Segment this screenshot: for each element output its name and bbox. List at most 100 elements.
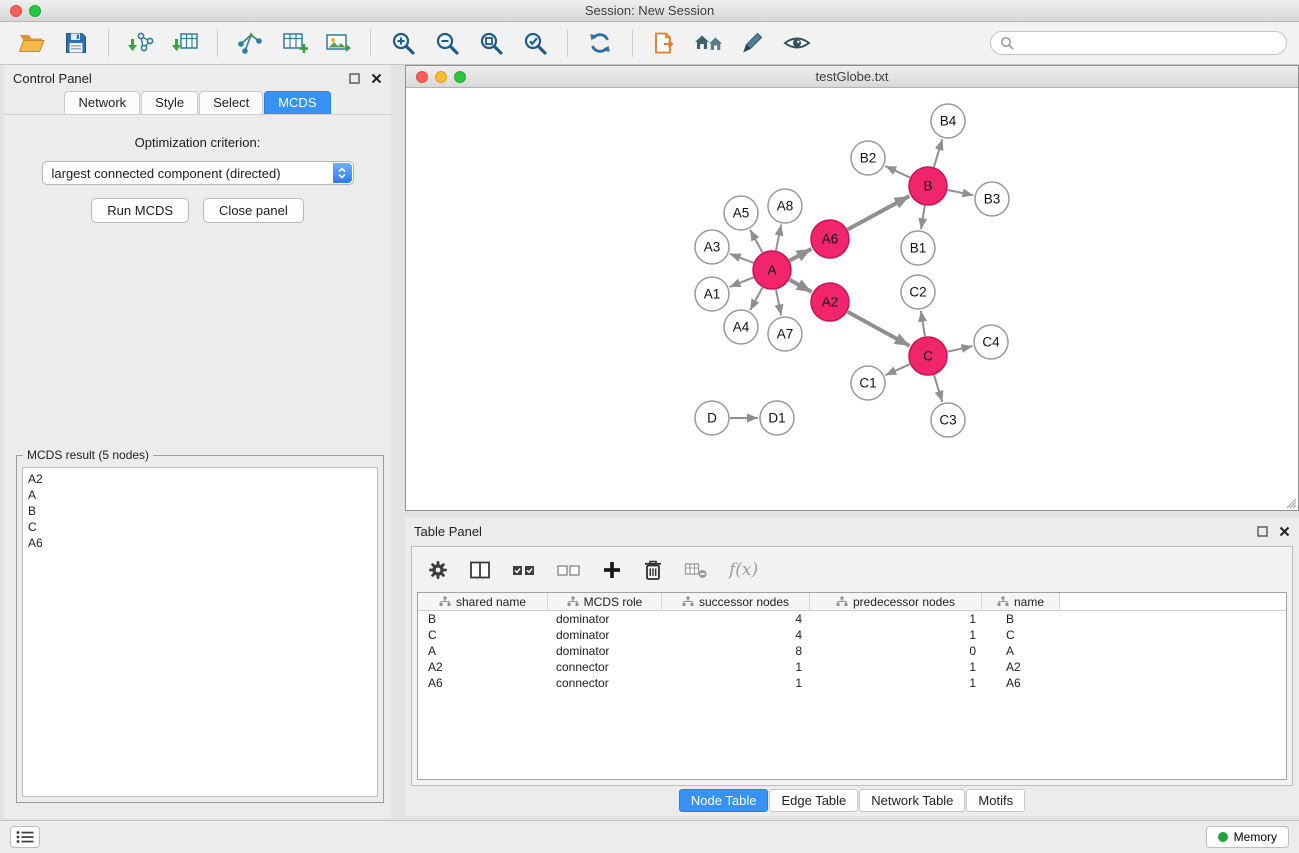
float-panel-icon[interactable] — [349, 73, 360, 84]
table-row[interactable]: A2connector11A2 — [418, 659, 1286, 675]
graph-node-A7[interactable]: A7 — [768, 317, 802, 351]
search-field[interactable] — [990, 31, 1287, 55]
deselect-all-button[interactable] — [557, 561, 581, 579]
memory-button[interactable]: Memory — [1206, 826, 1289, 848]
graph-edge-C-C2[interactable] — [921, 311, 925, 336]
tab-node-table[interactable]: Node Table — [679, 789, 769, 812]
result-item[interactable]: B — [28, 503, 372, 519]
import-network-button[interactable] — [121, 26, 161, 60]
graph-edge-C-C4[interactable] — [948, 346, 973, 352]
close-table-panel-icon[interactable] — [1279, 526, 1290, 537]
hide-columns-button[interactable] — [684, 560, 708, 580]
zoom-network-window-button[interactable] — [454, 71, 466, 83]
search-input[interactable] — [1019, 36, 1277, 50]
graph-node-A3[interactable]: A3 — [695, 230, 729, 264]
graph-node-B2[interactable]: B2 — [851, 141, 885, 175]
graph-edge-B-B1[interactable] — [921, 206, 925, 230]
zoom-window-button[interactable] — [29, 5, 41, 17]
result-item[interactable]: A — [28, 487, 372, 503]
close-panel-icon[interactable] — [371, 73, 382, 84]
tab-network-table[interactable]: Network Table — [859, 789, 965, 812]
trash-button[interactable] — [643, 559, 663, 581]
tab-select[interactable]: Select — [199, 91, 263, 114]
graph-edge-B-B3[interactable] — [948, 190, 974, 195]
import-table-button[interactable] — [165, 26, 205, 60]
graph-node-B1[interactable]: B1 — [901, 231, 935, 265]
graph-edge-A-A3[interactable] — [730, 254, 754, 263]
graph-node-D[interactable]: D — [695, 401, 729, 435]
network-canvas[interactable]: B4B2BB3A8A5A6B1A3AC2A1A2A4A7C4CC1C3DD1 — [406, 88, 1298, 511]
resize-grip-icon[interactable] — [1285, 497, 1297, 509]
tab-mcds[interactable]: MCDS — [264, 91, 330, 114]
close-window-button[interactable] — [10, 5, 22, 17]
graph-edge-A-A2[interactable] — [790, 280, 812, 292]
save-button[interactable] — [56, 26, 96, 60]
image-button[interactable] — [318, 26, 358, 60]
graph-node-A1[interactable]: A1 — [695, 277, 729, 311]
network-button[interactable] — [230, 26, 270, 60]
zoom-selected-button[interactable] — [515, 26, 555, 60]
graph-node-A5[interactable]: A5 — [724, 196, 758, 230]
zoom-fit-button[interactable] — [471, 26, 511, 60]
column-header-successor-nodes[interactable]: successor nodes — [662, 593, 810, 610]
graph-node-D1[interactable]: D1 — [760, 401, 794, 435]
graph-edge-B-B4[interactable] — [934, 139, 943, 167]
zoom-out-button[interactable] — [427, 26, 467, 60]
graph-edge-A-A8[interactable] — [776, 225, 781, 251]
new-table-button[interactable] — [274, 26, 314, 60]
graph-node-A[interactable]: A — [753, 251, 791, 289]
run-mcds-button[interactable]: Run MCDS — [91, 198, 189, 223]
result-item[interactable]: C — [28, 519, 372, 535]
graph-node-A8[interactable]: A8 — [768, 189, 802, 223]
graph-edge-A-A4[interactable] — [750, 288, 762, 311]
graph-edge-A-A7[interactable] — [776, 290, 781, 316]
add-button[interactable] — [602, 560, 622, 580]
panel-menu-button[interactable] — [10, 826, 40, 848]
result-item[interactable]: A2 — [28, 471, 372, 487]
graph-node-A6[interactable]: A6 — [811, 220, 849, 258]
graph-edge-A-A5[interactable] — [750, 230, 762, 253]
result-item[interactable]: A6 — [28, 535, 372, 551]
column-header-shared-name[interactable]: shared name — [418, 593, 548, 610]
graph-edge-A-A1[interactable] — [730, 277, 754, 287]
graph-node-A2[interactable]: A2 — [811, 283, 849, 321]
tab-network[interactable]: Network — [64, 91, 140, 114]
zoom-in-button[interactable] — [383, 26, 423, 60]
table-row[interactable]: Cdominator41C — [418, 627, 1286, 643]
minimize-network-window-button[interactable] — [435, 71, 447, 83]
table-row[interactable]: Bdominator41B — [418, 611, 1286, 627]
graph-node-C4[interactable]: C4 — [974, 325, 1008, 359]
graph-node-C[interactable]: C — [909, 337, 947, 375]
graph-edge-C-C3[interactable] — [934, 375, 942, 402]
optimization-dropdown[interactable]: largest connected component (directed) — [42, 161, 354, 185]
float-table-panel-icon[interactable] — [1257, 526, 1268, 537]
graph-edge-A-A6[interactable] — [790, 249, 812, 261]
graph-node-B4[interactable]: B4 — [931, 104, 965, 138]
network-canvas-container[interactable]: B4B2BB3A8A5A6B1A3AC2A1A2A4A7C4CC1C3DD1 — [406, 88, 1298, 510]
graph-edge-B-B2[interactable] — [885, 166, 910, 178]
mcds-result-list[interactable]: A2ABCA6 — [22, 467, 378, 797]
graph-node-C3[interactable]: C3 — [931, 403, 965, 437]
column-header-predecessor-nodes[interactable]: predecessor nodes — [810, 593, 982, 610]
gear-button[interactable] — [428, 560, 448, 580]
graph-edge-A2-C[interactable] — [848, 312, 910, 346]
table-row[interactable]: A6connector11A6 — [418, 675, 1286, 691]
graph-node-B[interactable]: B — [909, 167, 947, 205]
style-button[interactable] — [733, 26, 773, 60]
graph-node-C1[interactable]: C1 — [851, 366, 885, 400]
function-builder-button[interactable]: f(x) — [729, 560, 758, 580]
column-header-name[interactable]: name — [982, 593, 1060, 610]
tab-motifs[interactable]: Motifs — [966, 789, 1025, 812]
columns-button[interactable] — [469, 560, 491, 580]
refresh-button[interactable] — [580, 26, 620, 60]
graph-edge-C-C1[interactable] — [885, 364, 910, 375]
graph-node-C2[interactable]: C2 — [901, 275, 935, 309]
eye-button[interactable] — [777, 26, 817, 60]
select-all-button[interactable] — [512, 561, 536, 579]
export-button[interactable] — [645, 26, 685, 60]
graph-edge-A6-B[interactable] — [848, 196, 910, 230]
column-header-MCDS-role[interactable]: MCDS role — [548, 593, 662, 610]
table-row[interactable]: Adominator80A — [418, 643, 1286, 659]
graph-node-B3[interactable]: B3 — [975, 182, 1009, 216]
tab-edge-table[interactable]: Edge Table — [769, 789, 858, 812]
